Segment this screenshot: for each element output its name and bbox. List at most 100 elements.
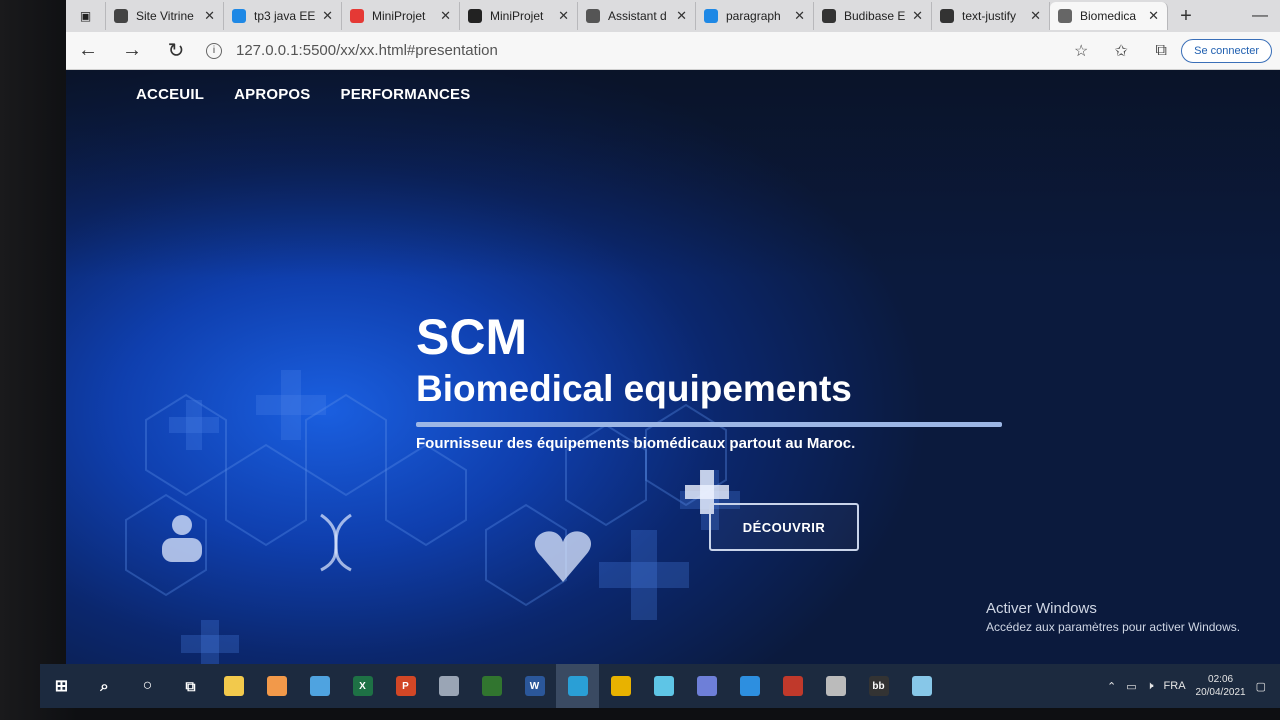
minimize-icon[interactable]: — (1240, 7, 1280, 25)
monitor-frame: ▣ Site Vitrine ✕ tp3 java EE ✕ MiniProjet ✕ Mi… (0, 0, 1280, 720)
browser-tab[interactable]: Biomedica ✕ (1050, 2, 1168, 30)
codepen-icon (940, 9, 954, 23)
windows-activation-watermark: Activer Windows Accédez aux paramètres p… (986, 600, 1240, 634)
forward-icon[interactable]: → (110, 39, 154, 62)
activation-text: Accédez aux paramètres pour activer Wind… (986, 620, 1241, 634)
network-icon[interactable]: ▭ (1126, 680, 1136, 693)
hero-subtitle: Biomedical equipements (416, 368, 852, 409)
cortana-icon[interactable]: ○ (126, 664, 169, 708)
address-bar[interactable]: i 127.0.0.1:5500/xx/xx.html#presentation (206, 42, 1061, 59)
clock[interactable]: 02:06 20/04/2021 (1196, 673, 1246, 699)
site-nav: ACCEUIL APROPOS PERFORMANCES (136, 86, 470, 103)
app3-icon[interactable] (685, 664, 728, 708)
info-icon[interactable]: i (206, 42, 222, 59)
hero-section: SCM Biomedical equipements Fournisseur d… (416, 308, 1002, 452)
word-icon[interactable]: W (513, 664, 556, 708)
screen: ▣ Site Vitrine ✕ tp3 java EE ✕ MiniProjet ✕ Mi… (66, 0, 1280, 708)
browser-tab[interactable]: MiniProjet ✕ (460, 2, 578, 30)
vscode-icon[interactable] (728, 664, 771, 708)
close-tab-icon[interactable]: ✕ (558, 8, 569, 24)
mail-icon[interactable] (298, 664, 341, 708)
file-explorer-icon[interactable] (212, 664, 255, 708)
nav-link-accueil[interactable]: ACCEUIL (136, 86, 204, 103)
youtube-icon (350, 9, 364, 23)
chrome-icon[interactable] (599, 664, 642, 708)
browser-tab[interactable]: tp3 java EE ✕ (224, 2, 342, 30)
globe-icon (114, 9, 128, 23)
tab-label: Biomedica (1080, 9, 1137, 23)
taskbar-app-glyph (653, 676, 674, 696)
store-icon[interactable] (255, 664, 298, 708)
taskbar-app-glyph (911, 676, 932, 696)
web-page: ACCEUIL APROPOS PERFORMANCES SCM Biomedi… (66, 70, 1280, 664)
task-view-icon[interactable]: ⧉ (169, 664, 212, 708)
address-toolbar: ← → ↻ i 127.0.0.1:5500/xx/xx.html#presen… (66, 32, 1280, 70)
collections-icon[interactable]: ⧉ (1141, 42, 1181, 60)
notifications-icon[interactable]: ▢ (1256, 680, 1266, 693)
tab-strip: ▣ Site Vitrine ✕ tp3 java EE ✕ MiniProjet ✕ Mi… (66, 0, 1280, 32)
nav-link-apropos[interactable]: APROPOS (234, 86, 310, 103)
app4-icon[interactable] (771, 664, 814, 708)
app5-icon[interactable] (814, 664, 857, 708)
project-icon[interactable] (470, 664, 513, 708)
close-tab-icon[interactable]: ✕ (794, 8, 805, 24)
browser-tab[interactable]: text-justify ✕ (932, 2, 1050, 30)
taskbar-app-glyph (782, 676, 803, 696)
taskbar-app-glyph (567, 676, 588, 696)
taskbar-app-glyph (610, 676, 631, 696)
browser-tab[interactable]: paragraph ✕ (696, 2, 814, 30)
budibase-taskbar-icon[interactable]: bb (857, 664, 900, 708)
search-icon[interactable]: ⌕ (83, 664, 126, 708)
app6-icon[interactable] (900, 664, 943, 708)
add-favorite-icon[interactable]: ☆ (1061, 41, 1101, 61)
tab-label: text-justify (962, 9, 1017, 23)
browser-tab[interactable]: MiniProjet ✕ (342, 2, 460, 30)
taskbar-app-glyph (266, 676, 287, 696)
app2-icon[interactable] (642, 664, 685, 708)
start-icon[interactable]: ⊞ (40, 664, 83, 708)
close-tab-icon[interactable]: ✕ (440, 8, 451, 24)
favorites-icon[interactable]: ✩ (1101, 41, 1141, 61)
browser-tab[interactable]: Budibase E ✕ (814, 2, 932, 30)
settings-icon (586, 9, 600, 23)
edge-icon[interactable] (556, 664, 599, 708)
back-icon[interactable]: ← (66, 39, 110, 62)
refresh-icon[interactable]: ↻ (154, 38, 198, 63)
nav-link-performances[interactable]: PERFORMANCES (341, 86, 471, 103)
tab-label: Budibase E (844, 9, 906, 23)
taskbar-app-glyph (481, 676, 502, 696)
taskbar-app-glyph (438, 676, 459, 696)
sign-in-button[interactable]: Se connecter (1181, 38, 1272, 63)
browser-tab[interactable]: Site Vitrine ✕ (106, 2, 224, 30)
tab-label: Site Vitrine (136, 9, 194, 23)
page-icon (1058, 9, 1072, 23)
close-tab-icon[interactable]: ✕ (1030, 8, 1041, 24)
tab-label: tp3 java EE (254, 9, 316, 23)
browser-tab[interactable]: Assistant d ✕ (578, 2, 696, 30)
clock-date: 20/04/2021 (1195, 687, 1246, 698)
close-tab-icon[interactable]: ✕ (912, 8, 923, 24)
hero-divider (416, 422, 1002, 427)
show-hidden-icons-icon[interactable]: ⌃ (1107, 680, 1116, 693)
powerpoint-icon[interactable]: P (384, 664, 427, 708)
close-tab-icon[interactable]: ✕ (676, 8, 687, 24)
bing-icon (704, 9, 718, 23)
close-tab-icon[interactable]: ✕ (204, 8, 215, 24)
close-tab-icon[interactable]: ✕ (322, 8, 333, 24)
hero-title: SCM (416, 309, 528, 365)
volume-icon[interactable]: 🕨 (1147, 680, 1154, 693)
hero-text: Fournisseur des équipements biomédicaux … (416, 435, 856, 452)
language-indicator[interactable]: FRA (1164, 680, 1186, 692)
taskbar: ⊞ ⌕ ○ ⧉ X P Wbb ⌃ ▭ 🕨 FRA 02:06 20/04/2021… (40, 664, 1280, 708)
system-tray: ⌃ ▭ 🕨 FRA 02:06 20/04/2021 ▢ (1107, 673, 1280, 699)
new-tab-icon[interactable]: + (1168, 5, 1204, 28)
close-tab-icon[interactable]: ✕ (1148, 8, 1159, 24)
taskbar-app-glyph: bb (868, 676, 889, 696)
app-icon[interactable] (427, 664, 470, 708)
excel-icon[interactable]: X (341, 664, 384, 708)
taskbar-app-glyph (223, 676, 244, 696)
bing-icon (232, 9, 246, 23)
discover-button[interactable]: DÉCOUVRIR (709, 503, 859, 551)
tab-actions-icon[interactable]: ▣ (66, 2, 106, 30)
github-icon (468, 9, 482, 23)
